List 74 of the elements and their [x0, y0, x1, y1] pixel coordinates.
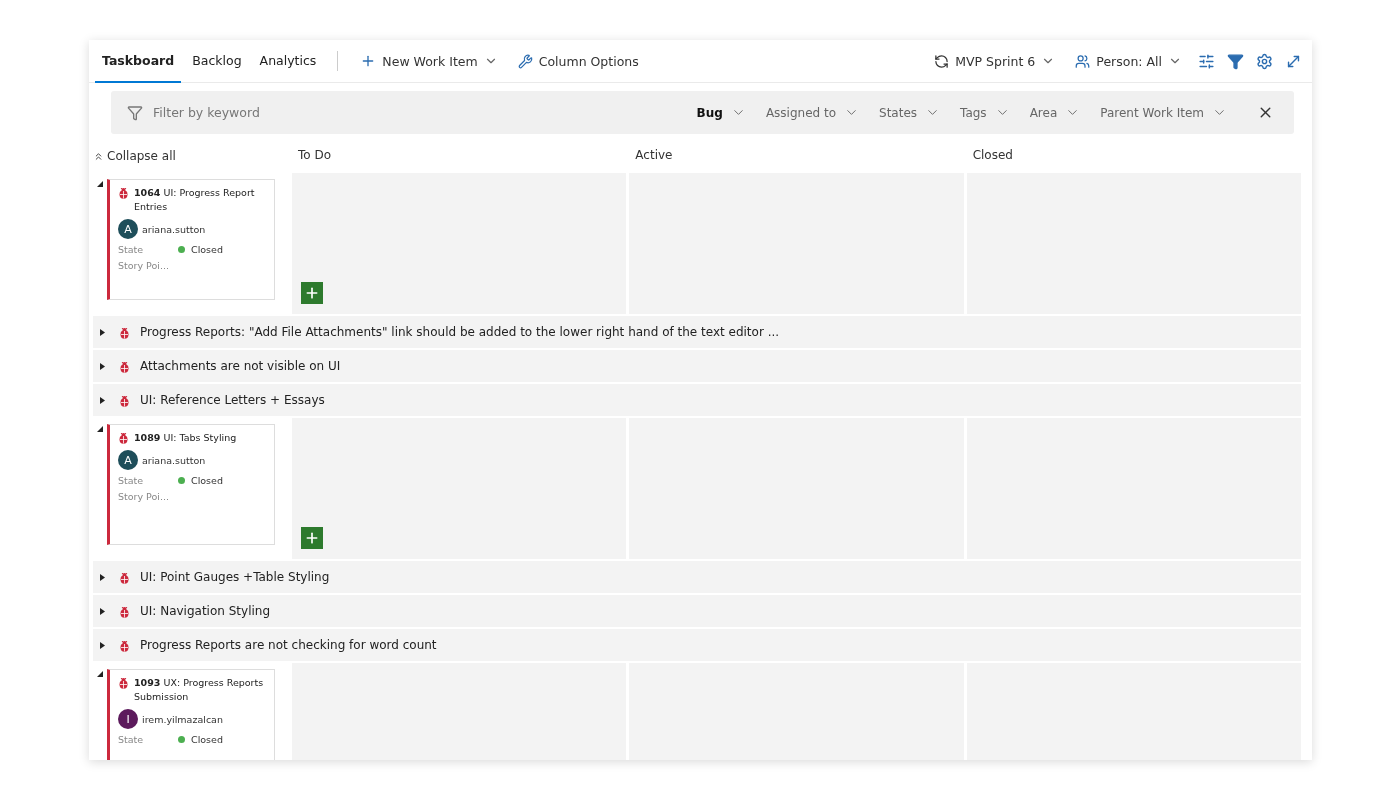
bug-icon [119, 326, 130, 339]
tab[interactable]: Backlog [185, 40, 249, 83]
cycle-icon [934, 53, 950, 69]
collapse-triangle-icon[interactable] [97, 181, 103, 187]
card-title: 1064 UI: Progress Report Entries [134, 186, 256, 214]
field-label: State [118, 244, 145, 255]
work-item-card[interactable]: 1064 UI: Progress Report Entries A ariana.sutton State Closed Story Poi... [107, 179, 275, 300]
row-title: Attachments are not visible on UI [140, 359, 341, 373]
collapse-triangle-icon[interactable] [97, 671, 103, 677]
add-button[interactable] [301, 527, 323, 549]
filter-dropdown[interactable]: States [871, 101, 949, 124]
filter-dropdown[interactable]: Parent Work Item [1092, 101, 1235, 124]
state-value: Closed [191, 734, 223, 745]
avatar: A [118, 219, 138, 239]
status-dot [178, 736, 185, 743]
collapse-all-button[interactable]: Collapse all [93, 148, 176, 164]
bug-icon [119, 605, 130, 618]
field-label: State [118, 734, 145, 745]
bug-icon [118, 677, 129, 689]
assignee-name: ariana.sutton [142, 223, 206, 235]
row-title: UI: Reference Letters + Essays [140, 393, 325, 407]
assignee-name: ariana.sutton [142, 454, 206, 466]
filter-dropdown[interactable]: Bug [688, 101, 754, 124]
row-title: Progress Reports: "Add File Attachments" link should be added to the lower right hand of the text editor ... [140, 325, 780, 339]
field-label: State [118, 475, 145, 486]
collapse-triangle-icon[interactable] [97, 426, 103, 432]
person-dropdown[interactable]: Person: All [1067, 49, 1190, 73]
work-item-card[interactable]: 1089 UI: Tabs Styling A ariana.sutton State Closed Story Poi... [107, 424, 275, 545]
bug-icon [118, 187, 129, 199]
wrench-icon [517, 53, 533, 69]
collapsed-row[interactable]: UI: Reference Letters + Essays [93, 384, 1301, 416]
filter-dropdown[interactable]: Assigned to [757, 101, 868, 124]
row-title: UI: Navigation Styling [140, 604, 271, 618]
filter-dropdown[interactable]: Area [1021, 101, 1089, 124]
keyword-filter-field[interactable]: Filter by keyword [151, 104, 685, 121]
column-header: To Do [297, 148, 333, 164]
work-item-card[interactable]: 1093 UX: Progress Reports Submission I irem.yilmazalcan State Closed [107, 669, 275, 760]
avatar: I [118, 709, 138, 729]
plus-icon [304, 285, 320, 301]
tab[interactable]: Taskboard [95, 40, 182, 83]
double-chevron-up-icon [93, 150, 104, 162]
collapsed-row[interactable]: Progress Reports: "Add File Attachments" link should be added to the lower right hand of the text editor ... [93, 316, 1301, 348]
filter-icon [127, 104, 143, 121]
status-dot [178, 477, 185, 484]
status-dot [178, 246, 185, 253]
collapsed-row[interactable]: UI: Point Gauges +Table Styling [93, 561, 1301, 593]
card-title: 1093 UX: Progress Reports Submission [134, 676, 265, 704]
bug-icon [119, 360, 130, 373]
row-title: Progress Reports are not checking for word count [140, 638, 437, 652]
collapsed-row[interactable]: Attachments are not visible on UI [93, 350, 1301, 382]
bug-icon [119, 639, 130, 652]
field-label: Story Poi... [118, 260, 171, 271]
row-title: UI: Point Gauges +Table Styling [140, 570, 330, 584]
collapsed-row[interactable]: Progress Reports are not checking for word count [93, 629, 1301, 661]
column-header: Closed [971, 148, 1014, 164]
bug-icon [119, 571, 130, 584]
tab[interactable]: Analytics [252, 40, 324, 83]
column-header: Active [634, 148, 674, 164]
people-icon [1075, 53, 1091, 69]
column-options-button[interactable]: Column Options [509, 49, 647, 73]
state-value: Closed [191, 475, 223, 486]
bug-icon [118, 432, 129, 444]
sprint-dropdown[interactable]: MVP Sprint 6 [926, 49, 1064, 73]
filter-dropdown[interactable]: Tags [952, 101, 1018, 124]
new-work-item-button[interactable]: New Work Item [352, 49, 506, 73]
bug-icon [119, 394, 130, 407]
field-label: Story Poi... [118, 491, 171, 502]
collapsed-row[interactable]: UI: Navigation Styling [93, 595, 1301, 627]
avatar: A [118, 450, 138, 470]
card-title: 1089 UI: Tabs Styling [134, 431, 237, 445]
assignee-name: irem.yilmazalcan [142, 713, 223, 725]
plus-icon [304, 530, 320, 546]
add-button[interactable] [301, 282, 323, 304]
state-value: Closed [191, 244, 223, 255]
